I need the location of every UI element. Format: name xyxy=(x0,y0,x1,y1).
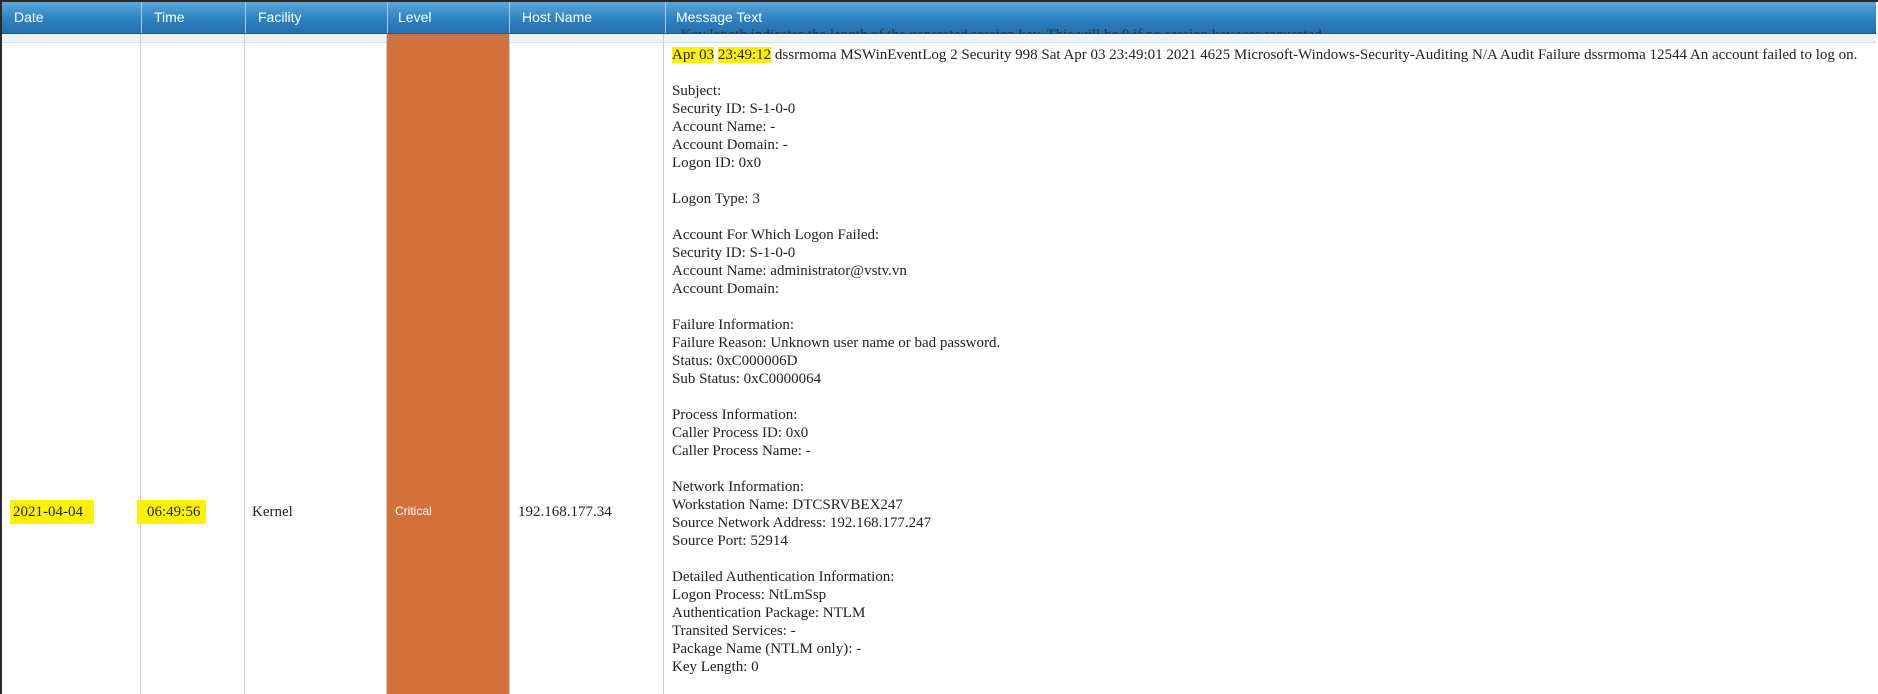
message-line: Authentication Package: NTLM xyxy=(672,605,866,621)
message-line xyxy=(672,460,1870,478)
message-timestamp-time: 23:49:12 xyxy=(717,47,772,63)
message-line: Sub Status: 0xC0000064 xyxy=(672,371,822,387)
column-divider xyxy=(140,34,141,694)
message-line: Logon Type: 3 xyxy=(672,191,760,207)
column-header-facility[interactable]: Facility xyxy=(246,2,388,33)
column-divider xyxy=(244,34,245,694)
message-timestamp-date: Apr 03 xyxy=(672,47,715,63)
row-facility: Kernel xyxy=(252,504,293,520)
message-detail-lines: Subject: Security ID: S-1-0-0 Account Name… xyxy=(672,64,1870,676)
message-first-line-text: dssrmoma MSWinEventLog 2 Security 998 Sa… xyxy=(774,47,1858,63)
message-line: Network Information: xyxy=(672,479,805,495)
message-line xyxy=(672,298,1870,316)
message-line xyxy=(672,172,1870,190)
message-line: Security ID: S-1-0-0 xyxy=(672,245,796,261)
column-header-date[interactable]: Date xyxy=(2,2,142,33)
message-line: Workstation Name: DTCSRVBEX247 xyxy=(672,497,903,513)
message-line: Account Domain: xyxy=(672,281,780,297)
message-line: Account Name: administrator@vstv.vn xyxy=(672,263,907,279)
message-line: Source Port: 52914 xyxy=(672,533,788,549)
message-line: Logon ID: 0x0 xyxy=(672,155,762,171)
message-line: Package Name (NTLM only): - xyxy=(672,641,862,657)
message-line xyxy=(672,388,1870,406)
message-line: Key Length: 0 xyxy=(672,659,759,675)
column-header-host-name[interactable]: Host Name xyxy=(510,2,666,33)
message-line: Account For Which Logon Failed: xyxy=(672,227,880,243)
row-host-name: 192.168.177.34 xyxy=(518,504,612,520)
message-line xyxy=(672,64,1870,82)
message-line: Status: 0xC000006D xyxy=(672,353,798,369)
level-critical-cell xyxy=(386,34,509,694)
column-header-level[interactable]: Level xyxy=(386,2,510,33)
message-line: Detailed Authentication Information: xyxy=(672,569,895,585)
message-line: Account Name: - xyxy=(672,119,776,135)
message-line xyxy=(672,550,1870,568)
message-line: Logon Process: NtLmSsp xyxy=(672,587,827,603)
message-line: Subject: xyxy=(672,83,722,99)
row-message-text: Apr 03 23:49:12 dssrmoma MSWinEventLog 2… xyxy=(672,46,1870,676)
column-divider xyxy=(663,34,664,694)
message-line: Failure Reason: Unknown user name or bad… xyxy=(672,335,1001,351)
row-date: 2021-04-04 xyxy=(10,500,94,524)
message-line: Account Domain: - xyxy=(672,137,788,153)
row-time: 06:49:56 xyxy=(137,500,207,524)
column-divider xyxy=(509,34,510,694)
message-line xyxy=(672,208,1870,226)
message-line: Caller Process ID: 0x0 xyxy=(672,425,809,441)
message-line: Caller Process Name: - xyxy=(672,443,811,459)
column-divider xyxy=(386,34,387,694)
message-line: Failure Information: xyxy=(672,317,795,333)
message-first-line: Apr 03 23:49:12 dssrmoma MSWinEventLog 2… xyxy=(672,46,1870,64)
row-level: Critical xyxy=(395,504,432,518)
message-line: Transited Services: - xyxy=(672,623,796,639)
previous-row-cutoff-text: - Key length indicates the length of the… xyxy=(672,20,1392,34)
message-line: Security ID: S-1-0-0 xyxy=(672,101,796,117)
column-header-time[interactable]: Time xyxy=(142,2,246,33)
previous-row-edge xyxy=(2,34,1876,43)
message-line: Process Information: xyxy=(672,407,798,423)
message-line: Source Network Address: 192.168.177.247 xyxy=(672,515,932,531)
